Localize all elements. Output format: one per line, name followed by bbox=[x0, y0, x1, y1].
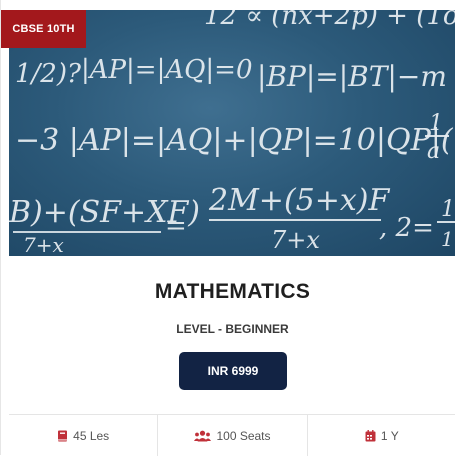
course-category-badge: CBSE 10TH bbox=[1, 10, 86, 48]
course-stats-bar: 45 Les 100 Seats 1 Y bbox=[9, 414, 455, 456]
svg-text:−3 |AP|=|AQ|+|QP|=10|QP|(: −3 |AP|=|AQ|+|QP|=10|QP|( bbox=[15, 123, 454, 158]
course-card[interactable]: 12 ∝ (nx+2p) + (1o+3 1/2)? |AP|=|AQ|=0 |… bbox=[0, 0, 455, 456]
svg-text:7+x: 7+x bbox=[271, 226, 320, 254]
lessons-stat: 45 Les bbox=[9, 415, 159, 456]
svg-text:1/2)?: 1/2)? bbox=[15, 59, 82, 89]
svg-text:|AP|=|AQ|=0: |AP|=|AQ|=0 bbox=[81, 55, 253, 85]
seats-label: 100 Seats bbox=[216, 428, 271, 443]
svg-text:, 2=: , 2= bbox=[379, 213, 434, 243]
seats-stat: 100 Seats bbox=[158, 415, 308, 456]
svg-text:12 ∝ (nx+2p) + (1o+3: 12 ∝ (nx+2p) + (1o+3 bbox=[204, 10, 455, 31]
svg-text:|BP|=|BT|−m: |BP|=|BT|−m bbox=[257, 60, 447, 93]
svg-text:2M+(5+x)F: 2M+(5+x)F bbox=[208, 183, 390, 218]
svg-text:a: a bbox=[427, 139, 440, 164]
calendar-icon bbox=[365, 429, 376, 442]
svg-text:1: 1 bbox=[441, 197, 455, 222]
course-level: LEVEL - BEGINNER bbox=[176, 322, 289, 336]
price-button[interactable]: INR 6999 bbox=[179, 352, 287, 390]
users-icon bbox=[194, 430, 212, 442]
duration-label: 1 Y bbox=[380, 428, 399, 443]
svg-text:1: 1 bbox=[441, 227, 454, 251]
duration-stat: 1 Y bbox=[308, 415, 455, 456]
svg-text:1: 1 bbox=[429, 111, 443, 136]
svg-text:7+x: 7+x bbox=[23, 233, 64, 256]
svg-text:=: = bbox=[165, 211, 187, 241]
book-icon bbox=[57, 430, 68, 442]
lessons-label: 45 Les bbox=[73, 428, 110, 443]
course-title[interactable]: MATHEMATICS bbox=[9, 280, 455, 304]
